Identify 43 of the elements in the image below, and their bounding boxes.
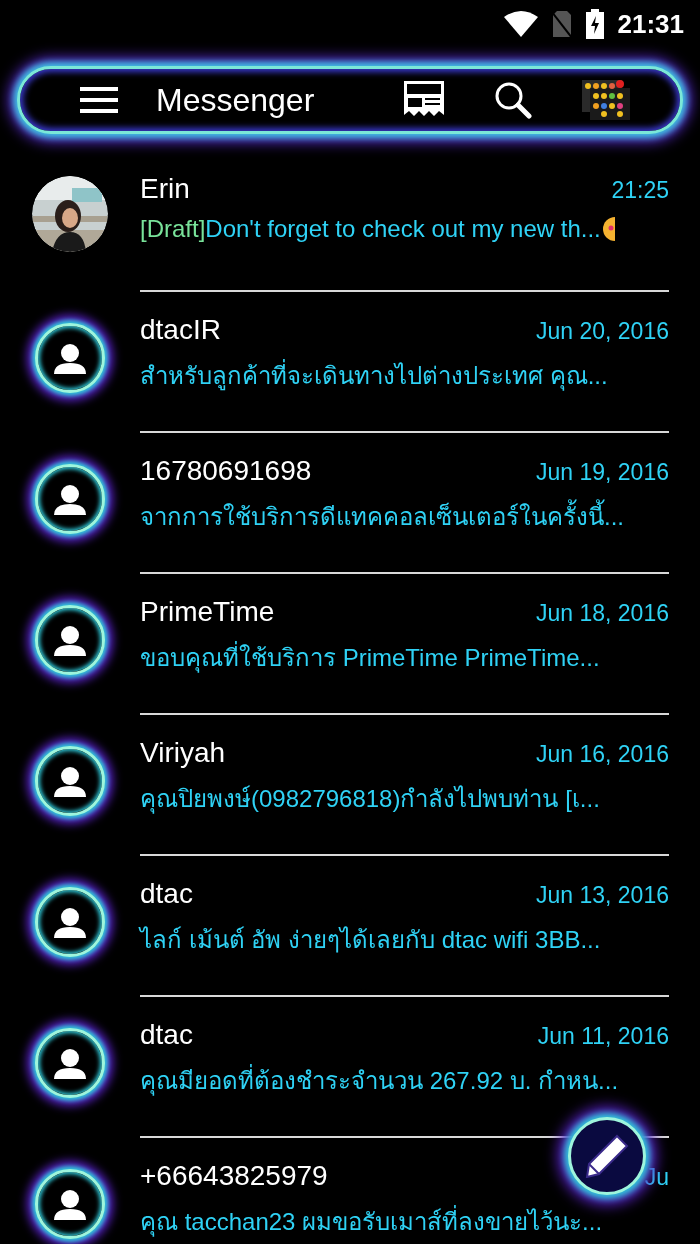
person-icon — [52, 1047, 88, 1079]
wifi-icon — [503, 11, 538, 37]
contact-name: Viriyah — [140, 737, 226, 769]
newspaper-icon[interactable] — [404, 81, 444, 119]
pencil-icon — [585, 1134, 629, 1178]
contact-name: Erin — [140, 173, 190, 205]
contact-name: dtac — [140, 1019, 193, 1051]
no-sim-icon — [551, 10, 572, 38]
message-preview: ขอบคุณที่ใช้บริการ PrimeTime PrimeTime... — [140, 638, 600, 677]
message-preview: คุณปิยพงษ์(0982796818)กำลังไปพบท่าน [เ... — [140, 784, 600, 816]
message-date: Jun 11, 2016 — [537, 1023, 669, 1050]
contact-name: dtacIR — [140, 314, 221, 346]
message-date: Jun 18, 2016 — [536, 600, 669, 627]
message-preview: Don't forget to check out my new th... — [205, 215, 601, 243]
compose-button[interactable] — [568, 1117, 646, 1195]
message-date: Jun 13, 2016 — [536, 882, 669, 909]
contact-name: PrimeTime — [140, 596, 275, 628]
person-icon — [52, 906, 88, 938]
battery-charging-icon — [585, 9, 604, 39]
person-icon — [52, 624, 88, 656]
message-preview: สำหรับลูกค้าที่จะเดินทางไปต่างประเทศ คุณ... — [140, 356, 608, 395]
person-icon — [52, 342, 88, 374]
message-date: Ju — [644, 1164, 669, 1191]
draft-label: [Draft] — [140, 215, 206, 243]
message-preview: ไลก์ เม้นต์ อัพ ง่ายๆได้เลยกับ dtac wifi 3BB... — [140, 925, 601, 955]
app-title: Messenger — [156, 81, 316, 119]
search-icon[interactable] — [494, 81, 532, 119]
message-date: Jun 19, 2016 — [536, 459, 669, 486]
clock-time: 21:31 — [617, 8, 684, 40]
message-date: Jun 20, 2016 — [536, 318, 669, 345]
person-icon — [52, 483, 88, 515]
contact-name: dtac — [140, 878, 193, 910]
person-icon — [52, 765, 88, 797]
message-date: 21:25 — [611, 177, 669, 204]
emoji-sticker-icon[interactable] — [582, 80, 630, 120]
message-preview: คุณ tacchan23 ผมขอรับเมาส์ที่ลงขายไว้นะ... — [140, 1202, 603, 1241]
contact-name: +66643825979 — [140, 1160, 328, 1192]
menu-icon[interactable] — [80, 87, 118, 113]
person-icon — [52, 1188, 88, 1220]
message-date: Jun 16, 2016 — [536, 741, 669, 768]
message-preview: คุณมียอดที่ต้องชำระจำนวน 267.92 บ. กำหน... — [140, 1061, 619, 1100]
contact-name: 16780691698 — [140, 455, 312, 487]
message-preview: จากการใช้บริการดีแทคคอลเซ็นเตอร์ในครั้งนี้... — [140, 497, 624, 536]
